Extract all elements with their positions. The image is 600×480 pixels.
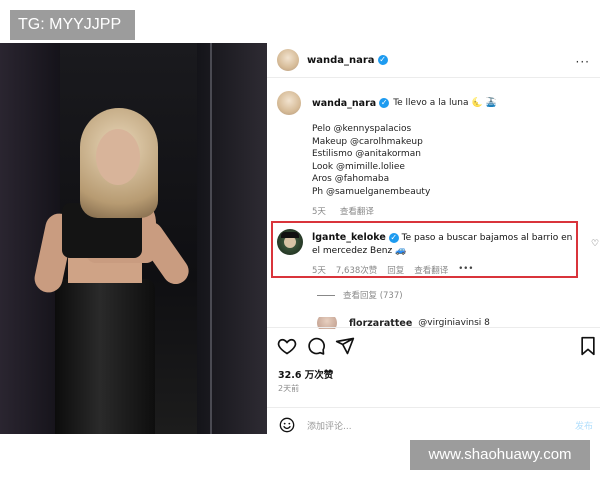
- post-header: wanda_nara ✓: [277, 46, 388, 74]
- post-side-panel: wanda_nara ✓ ··· wanda_nara ✓ Te llevo a…: [267, 43, 600, 434]
- likes-count[interactable]: 32.6 万次赞: [278, 367, 333, 381]
- credit-line[interactable]: Aros @fahomaba: [312, 173, 430, 186]
- save-bookmark-icon[interactable]: [579, 336, 597, 356]
- verified-icon: ✓: [379, 98, 390, 108]
- emoji-icon[interactable]: [279, 417, 295, 433]
- divider: [267, 407, 600, 408]
- photo-skirt: [55, 279, 155, 434]
- verified-icon: ✓: [388, 232, 399, 243]
- like-heart-icon[interactable]: [277, 336, 297, 356]
- reply-button[interactable]: 回复: [387, 264, 404, 276]
- comment-translate-link[interactable]: 查看翻译: [414, 264, 448, 276]
- credit-line[interactable]: Makeup @carolhmakeup: [312, 136, 430, 149]
- photo-mirror-frame: [210, 43, 212, 434]
- comment-username[interactable]: lgante_keloke: [312, 232, 386, 243]
- view-replies[interactable]: 查看回复 (737): [317, 289, 403, 301]
- caption-time: 5天: [312, 207, 326, 217]
- comment-icon[interactable]: [306, 336, 326, 356]
- credit-line[interactable]: Pelo @kennyspalacios: [312, 123, 430, 136]
- avatar[interactable]: [277, 49, 299, 71]
- avatar[interactable]: [277, 91, 301, 115]
- add-comment-input[interactable]: 添加评论...: [307, 419, 352, 432]
- credit-line[interactable]: Ph @samuelganembeauty: [312, 186, 430, 199]
- credit-line[interactable]: Look @mimille.loliee: [312, 161, 430, 174]
- share-icon[interactable]: [335, 336, 355, 356]
- divider: [267, 327, 600, 328]
- watermark: www.shaohuawy.com: [410, 440, 590, 470]
- post-comment-button[interactable]: 发布: [575, 419, 593, 432]
- caption-username[interactable]: wanda_nara: [312, 98, 376, 109]
- caption-credits: Pelo @kennyspalacios Makeup @carolhmakeu…: [312, 123, 430, 198]
- action-bar: [277, 336, 599, 358]
- caption: wanda_nara ✓ Te llevo a la luna 🌜 🚠: [277, 91, 497, 115]
- divider: [267, 77, 600, 78]
- caption-translate-link[interactable]: 查看翻译: [340, 205, 374, 217]
- photo-wall-right: [197, 43, 267, 434]
- avatar[interactable]: [277, 229, 303, 255]
- replies-dash: [317, 294, 335, 296]
- comment-more-button[interactable]: •••: [458, 264, 473, 276]
- comment-body: lgante_keloke ✓ Te paso a buscar bajamos …: [312, 231, 582, 258]
- comment-like-icon[interactable]: ♡: [591, 239, 599, 249]
- avatar-hat: [281, 232, 299, 238]
- credit-line[interactable]: Estilismo @anitakorman: [312, 148, 430, 161]
- caption-meta: 5天 查看翻译: [312, 205, 374, 217]
- photo-face: [96, 129, 140, 185]
- overlay-tag: TG: MYYJJPP: [10, 10, 135, 40]
- comment-meta: 5天 7,638次赞 回复 查看翻译 •••: [312, 264, 473, 276]
- more-options-icon[interactable]: ···: [576, 55, 590, 69]
- view-replies-label[interactable]: 查看回复 (737): [343, 289, 403, 301]
- add-comment-bar: 添加评论... 发布: [277, 417, 597, 433]
- post-photo[interactable]: [0, 43, 267, 434]
- comment-likes[interactable]: 7,638次赞: [336, 264, 377, 276]
- post-time: 2天前: [278, 384, 300, 393]
- caption-text: Te llevo a la luna: [393, 97, 469, 108]
- comment-time: 5天: [312, 266, 326, 276]
- header-username[interactable]: wanda_nara: [307, 55, 375, 66]
- caption-emoji: 🌜 🚠: [471, 97, 497, 108]
- verified-icon: ✓: [377, 55, 388, 65]
